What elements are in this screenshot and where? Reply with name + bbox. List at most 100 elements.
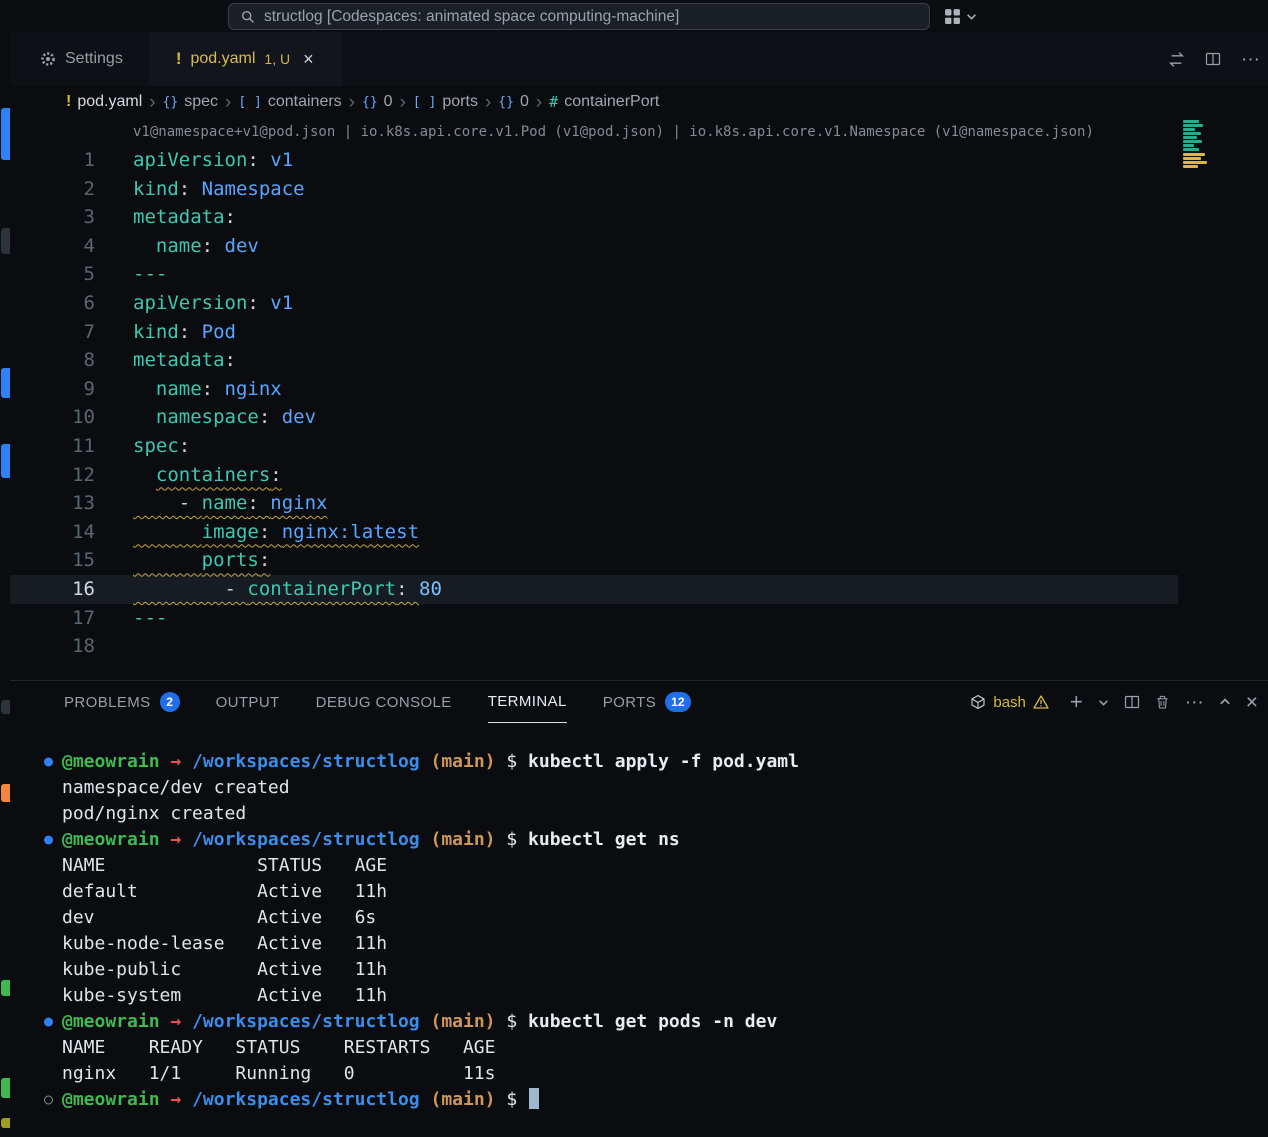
minimap[interactable] <box>1183 120 1217 172</box>
more-actions-icon[interactable]: ··· <box>1241 50 1260 69</box>
tab-pod-yaml[interactable]: !pod.yaml1, U× <box>150 32 341 86</box>
activity-fragment <box>1 700 10 714</box>
breadcrumb-label: 0 <box>520 93 529 111</box>
editor-line[interactable]: 8metadata: <box>10 346 1178 375</box>
kill-terminal-icon[interactable] <box>1155 694 1170 710</box>
editor-line[interactable]: 6apiVersion: v1 <box>10 289 1178 318</box>
editor-line[interactable]: 17--- <box>10 604 1178 633</box>
command-decoration[interactable] <box>44 758 53 767</box>
terminal-profile[interactable]: bash <box>970 694 1049 711</box>
editor-code: 1apiVersion: v12kind: Namespace3metadata… <box>10 146 1178 661</box>
editor-line[interactable]: 7kind: Pod <box>10 318 1178 347</box>
command-decoration[interactable] <box>44 1096 53 1105</box>
line-number: 15 <box>10 546 95 575</box>
editor-line[interactable]: 13 - name: nginx <box>10 489 1178 518</box>
codespaces-icon <box>944 8 961 25</box>
editor-line[interactable]: 15 ports: <box>10 546 1178 575</box>
line-number: 18 <box>10 632 95 661</box>
editor-line[interactable]: 11spec: <box>10 432 1178 461</box>
command-decoration[interactable] <box>44 1018 53 1027</box>
new-terminal-icon[interactable]: + <box>1070 691 1083 713</box>
activity-fragment <box>1 368 10 398</box>
editor-line[interactable]: 3metadata: <box>10 203 1178 232</box>
editor-line[interactable]: 14 image: nginx:latest <box>10 518 1178 547</box>
breadcrumb-item[interactable]: {}spec <box>163 93 218 111</box>
breadcrumb-item[interactable]: #containerPort <box>549 93 659 111</box>
editor-line[interactable]: 9 name: nginx <box>10 375 1178 404</box>
activity-fragment <box>1 108 10 160</box>
command-center-search[interactable]: structlog [Codespaces: animated space co… <box>228 3 930 30</box>
terminal[interactable]: @meowrain → /workspaces/structlog (main)… <box>10 723 1268 1137</box>
close-panel-icon[interactable]: × <box>1246 692 1258 713</box>
terminal-line: kube-public Active 11h <box>10 957 1268 983</box>
terminal-actions: bash + <box>970 681 1268 723</box>
breadcrumb-item[interactable]: [ ]containers <box>238 93 341 111</box>
line-content: --- <box>95 260 167 289</box>
tab-settings[interactable]: Settings <box>14 32 150 86</box>
panel-tabs: PROBLEMS2 OUTPUT DEBUG CONSOLE TERMINAL PORT… <box>64 681 691 723</box>
breadcrumb-item[interactable]: {}0 <box>362 93 393 111</box>
breadcrumb-item[interactable]: [ ]ports <box>413 93 478 111</box>
panel-tab-debug-console[interactable]: DEBUG CONSOLE <box>316 681 452 723</box>
yaml-schema-hint: v1@namespace+v1@pod.json | io.k8s.api.co… <box>133 118 1094 146</box>
editor-line[interactable]: 1apiVersion: v1 <box>10 146 1178 175</box>
terminal-line: pod/nginx created <box>10 801 1268 827</box>
tab-label: Settings <box>65 50 123 68</box>
line-content: name: nginx <box>95 375 282 404</box>
line-content: ports: <box>95 546 270 575</box>
line-number: 7 <box>10 318 95 347</box>
shell-name: bash <box>993 694 1026 711</box>
panel-tab-output[interactable]: OUTPUT <box>216 681 280 723</box>
editor-line[interactable]: 2kind: Namespace <box>10 175 1178 204</box>
breadcrumb-label: containers <box>268 93 342 111</box>
terminal-line: kube-node-lease Active 11h <box>10 931 1268 957</box>
editor-line[interactable]: 10 namespace: dev <box>10 403 1178 432</box>
editor-line[interactable]: 12 containers: <box>10 461 1178 490</box>
line-number: 5 <box>10 260 95 289</box>
panel-header: PROBLEMS2 OUTPUT DEBUG CONSOLE TERMINAL PORT… <box>10 681 1268 723</box>
split-terminal-icon[interactable] <box>1124 694 1140 710</box>
terminal-dropdown-icon[interactable] <box>1098 697 1109 708</box>
line-number: 3 <box>10 203 95 232</box>
panel-more-icon[interactable]: ··· <box>1185 693 1204 712</box>
editor-line[interactable]: 5--- <box>10 260 1178 289</box>
panel-tab-problems[interactable]: PROBLEMS2 <box>64 681 180 723</box>
editor-tabs: Settings !pod.yaml1, U× <box>10 32 341 86</box>
close-icon[interactable]: × <box>303 49 314 70</box>
command-decoration[interactable] <box>44 836 53 845</box>
open-changes-icon[interactable] <box>1168 51 1185 68</box>
minimap-line <box>1183 161 1207 164</box>
split-editor-icon[interactable] <box>1205 51 1221 67</box>
minimap-line <box>1183 153 1205 156</box>
maximize-panel-icon[interactable] <box>1219 696 1231 708</box>
breadcrumb-label: spec <box>184 93 218 111</box>
activity-fragment <box>1 1118 10 1128</box>
line-content: - containerPort: 80 <box>95 575 442 604</box>
gear-icon <box>40 51 56 67</box>
terminal-line: @meowrain → /workspaces/structlog (main)… <box>10 749 1268 775</box>
terminal-line: default Active 11h <box>10 879 1268 905</box>
activity-fragment <box>1 980 10 996</box>
line-number: 17 <box>10 604 95 633</box>
panel-tab-ports[interactable]: PORTS12 <box>603 681 691 723</box>
editor-line[interactable]: 18 <box>10 632 1178 661</box>
activity-fragment <box>1 444 10 478</box>
editor-line[interactable]: 4 name: dev <box>10 232 1178 261</box>
breadcrumb-item[interactable]: {}0 <box>498 93 529 111</box>
line-number: 10 <box>10 403 95 432</box>
editor-line[interactable]: 16 - containerPort: 80 <box>10 575 1178 604</box>
line-content: name: dev <box>95 232 259 261</box>
terminal-line: @meowrain → /workspaces/structlog (main)… <box>10 1087 1268 1113</box>
terminal-line: NAME STATUS AGE <box>10 853 1268 879</box>
line-number: 1 <box>10 146 95 175</box>
codespaces-remote-indicator[interactable] <box>944 4 977 29</box>
line-content: - name: nginx <box>95 489 328 518</box>
minimap-line <box>1183 157 1201 160</box>
editor-tab-bar: Settings !pod.yaml1, U× ··· <box>10 32 1268 86</box>
panel-tab-terminal[interactable]: TERMINAL <box>488 681 567 723</box>
panel-tab-label: DEBUG CONSOLE <box>316 694 452 711</box>
line-number: 8 <box>10 346 95 375</box>
activity-fragment <box>1 228 10 254</box>
editor-actions: ··· <box>1168 32 1268 86</box>
breadcrumb-item[interactable]: !pod.yaml <box>66 93 142 111</box>
